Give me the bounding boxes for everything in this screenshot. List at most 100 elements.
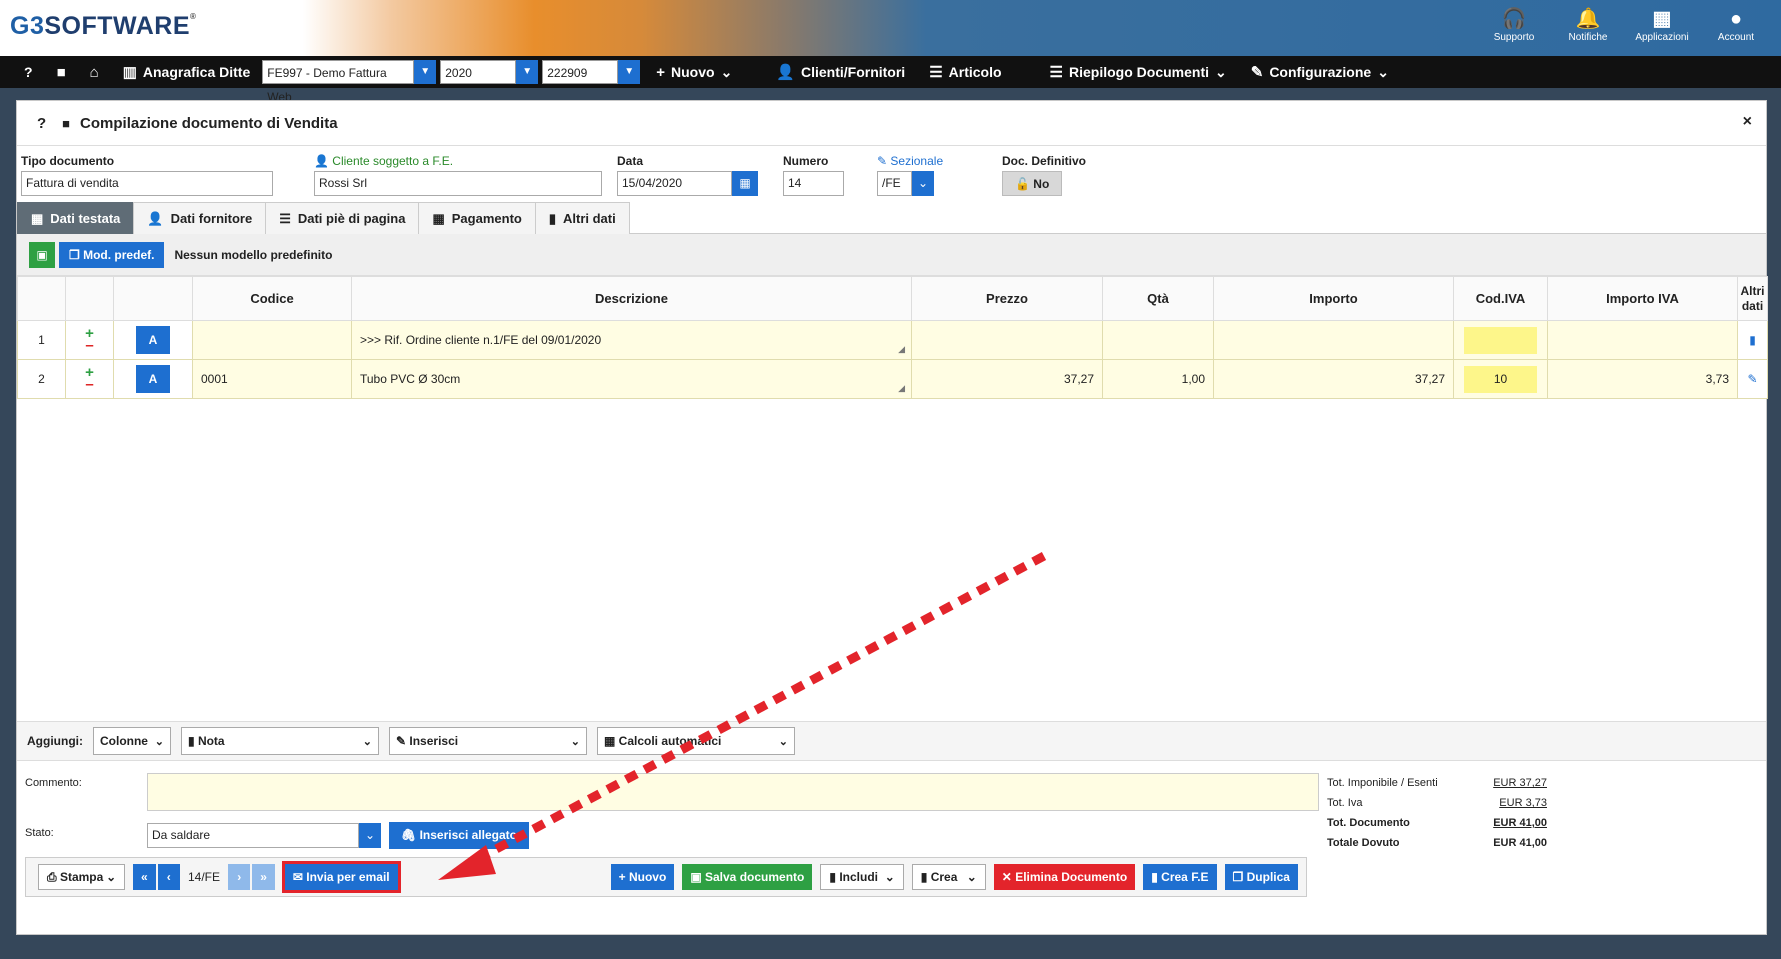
- file-icon[interactable]: ▮: [1749, 333, 1756, 347]
- importo-cell[interactable]: [1213, 320, 1454, 360]
- next-page-button[interactable]: ›: [227, 864, 251, 890]
- calcoli-automatici-select[interactable]: ▦ Calcoli automatici ⌄: [596, 727, 795, 755]
- close-icon[interactable]: ×: [1743, 113, 1752, 131]
- table-header-row: Codice Descrizione Prezzo Qtà Importo Co…: [17, 276, 1768, 321]
- configurazione-menu[interactable]: ✎ Configurazione ⌄: [1239, 63, 1401, 82]
- duplica-button[interactable]: ❐ Duplica: [1224, 864, 1298, 890]
- importo-cell[interactable]: 37,27: [1213, 359, 1454, 399]
- qta-cell[interactable]: 1,00: [1102, 359, 1214, 399]
- articolo-link[interactable]: ☰ Articolo: [917, 63, 1013, 81]
- riepilogo-documenti-menu[interactable]: ☰ Riepilogo Documenti ⌄: [1038, 63, 1239, 82]
- nuovo-button[interactable]: + Nuovo: [610, 864, 675, 890]
- invia-per-email-button[interactable]: ✉ Invia per email: [281, 861, 401, 893]
- account-button[interactable]: ● Account: [1707, 6, 1765, 43]
- total-row: Tot. Documento EUR 41,00: [1327, 817, 1547, 829]
- chevron-down-icon[interactable]: ⌄: [912, 171, 934, 196]
- qta-cell[interactable]: [1102, 320, 1214, 360]
- descrizione-cell[interactable]: >>> Rif. Ordine cliente n.1/FE del 09/01…: [351, 320, 912, 360]
- save-model-button[interactable]: ▣: [29, 241, 55, 268]
- tab-dati-testata[interactable]: ▦ Dati testata: [17, 202, 135, 234]
- cliente-input[interactable]: Rossi Srl: [314, 171, 602, 196]
- edit-icon[interactable]: ✎: [1747, 372, 1757, 386]
- notifiche-button[interactable]: 🔔 Notifiche: [1559, 6, 1617, 43]
- colonne-select[interactable]: Colonne ⌄: [92, 727, 171, 755]
- g3-software-logo[interactable]: G3SOFTWARE®: [10, 12, 196, 41]
- importo-iva-cell[interactable]: 3,73: [1547, 359, 1738, 399]
- clienti-fornitori-link[interactable]: 👤 Clienti/Fornitori: [764, 63, 917, 81]
- year-select[interactable]: 2020 ▼: [440, 60, 539, 84]
- code-select[interactable]: 222909 ▼: [542, 60, 641, 84]
- stampa-select[interactable]: ⎙ Stampa ⌄: [38, 864, 126, 890]
- page-indicator: 14/FE: [187, 870, 220, 884]
- prezzo-cell[interactable]: [911, 320, 1103, 360]
- commento-textarea[interactable]: [147, 773, 1319, 811]
- data-input[interactable]: 15/04/2020: [617, 171, 732, 196]
- resize-handle-icon[interactable]: ◢: [898, 344, 905, 355]
- chevron-down-icon: ⌄: [106, 870, 117, 884]
- header-descrizione[interactable]: Descrizione: [351, 276, 912, 321]
- calendar-icon[interactable]: ▦: [732, 171, 758, 196]
- crea-fe-button[interactable]: ▮ Crea F.E: [1143, 864, 1217, 890]
- remove-row-icon[interactable]: –: [85, 377, 93, 392]
- sezionale-input[interactable]: /FE: [877, 171, 912, 196]
- stato-select[interactable]: Da saldare ⌄: [147, 823, 381, 848]
- codice-cell[interactable]: 0001: [192, 359, 352, 399]
- document-fields: Tipo documento Fattura di vendita 👤 Clie…: [17, 146, 1766, 202]
- prezzo-cell[interactable]: 37,27: [911, 359, 1103, 399]
- supporto-button[interactable]: 🎧 Supporto: [1485, 6, 1543, 43]
- header-importo[interactable]: Importo: [1213, 276, 1454, 321]
- resize-handle-icon[interactable]: ◢: [898, 383, 905, 394]
- cod-iva-cell[interactable]: 10: [1464, 365, 1537, 393]
- home-button[interactable]: ⌂: [78, 64, 111, 81]
- header-cod-iva[interactable]: Cod.IVA: [1453, 276, 1548, 321]
- includi-select[interactable]: ▮ Includi ⌄: [820, 864, 904, 890]
- crea-select[interactable]: ▮ Crea ⌄: [911, 864, 986, 890]
- inserisci-select[interactable]: ✎ Inserisci ⌄: [388, 727, 587, 755]
- main-navbar: ? ■ ⌂ ▥ Anagrafica Ditte FE997 - Demo Fat…: [0, 56, 1781, 104]
- inserisci-allegato-button[interactable]: 🖇 Inserisci allegato: [389, 822, 529, 849]
- tab-altri-dati[interactable]: ▮ Altri dati: [534, 202, 630, 234]
- remove-row-icon[interactable]: –: [85, 338, 93, 353]
- codice-cell[interactable]: [192, 320, 352, 360]
- first-page-button[interactable]: «: [133, 864, 156, 890]
- document-lines-table: Codice Descrizione Prezzo Qtà Importo Co…: [17, 276, 1768, 399]
- nota-select[interactable]: ▮ Nota ⌄: [180, 727, 379, 755]
- applicazioni-button[interactable]: ▦ Applicazioni: [1633, 6, 1691, 43]
- row-a-button[interactable]: A: [136, 365, 170, 393]
- panel-help-button[interactable]: ?: [37, 115, 46, 132]
- help-button[interactable]: ?: [0, 64, 45, 80]
- video-camera-icon: ■: [56, 63, 66, 81]
- tab-dati-fornitore[interactable]: 👤 Dati fornitore: [133, 202, 267, 234]
- tab-pagamento[interactable]: ▦ Pagamento: [418, 202, 536, 234]
- numero-input[interactable]: 14: [783, 171, 844, 196]
- top-banner: G3SOFTWARE® 🎧 Supporto 🔔 Notifiche ▦ Applic…: [0, 0, 1781, 56]
- doc-definitivo-toggle[interactable]: 🔓 No: [1002, 171, 1063, 196]
- edit-icon: ✎: [395, 734, 407, 748]
- chevron-down-icon: ▼: [414, 60, 437, 84]
- header-importo-iva[interactable]: Importo IVA: [1547, 276, 1738, 321]
- tipo-documento-input[interactable]: Fattura di vendita: [21, 171, 273, 196]
- salva-documento-button[interactable]: ▣ Salva documento: [682, 864, 813, 890]
- descrizione-cell[interactable]: Tubo PVC Ø 30cm ◢: [351, 359, 912, 399]
- paperclip-icon: 🖇: [401, 828, 417, 842]
- mod-predef-button[interactable]: ❐ Mod. predef.: [59, 241, 165, 268]
- video-button[interactable]: ■: [45, 64, 78, 81]
- cod-iva-cell[interactable]: [1464, 326, 1537, 354]
- nuovo-menu[interactable]: + Nuovo ⌄: [644, 64, 744, 81]
- tab-dati-pie-di-pagina[interactable]: ☰ Dati piè di pagina: [265, 202, 420, 234]
- last-page-button[interactable]: »: [252, 864, 275, 890]
- header-prezzo[interactable]: Prezzo: [911, 276, 1103, 321]
- row-a-button[interactable]: A: [136, 326, 170, 354]
- video-camera-icon[interactable]: ■: [62, 116, 70, 131]
- elimina-documento-button[interactable]: ✕ Elimina Documento: [993, 864, 1136, 890]
- anagrafica-ditte-link[interactable]: ▥ Anagrafica Ditte: [111, 63, 263, 81]
- close-icon: ✕: [1001, 870, 1012, 884]
- tipo-documento-field: Tipo documento Fattura di vendita: [21, 154, 273, 196]
- importo-iva-cell[interactable]: [1547, 320, 1738, 360]
- lock-icon: 🔓: [1015, 177, 1030, 191]
- header-codice[interactable]: Codice: [192, 276, 352, 321]
- table-icon: ▦: [31, 210, 44, 226]
- header-qta[interactable]: Qtà: [1102, 276, 1214, 321]
- ditta-select[interactable]: FE997 - Demo Fattura Web ▼: [262, 60, 437, 104]
- prev-page-button[interactable]: ‹: [157, 864, 180, 890]
